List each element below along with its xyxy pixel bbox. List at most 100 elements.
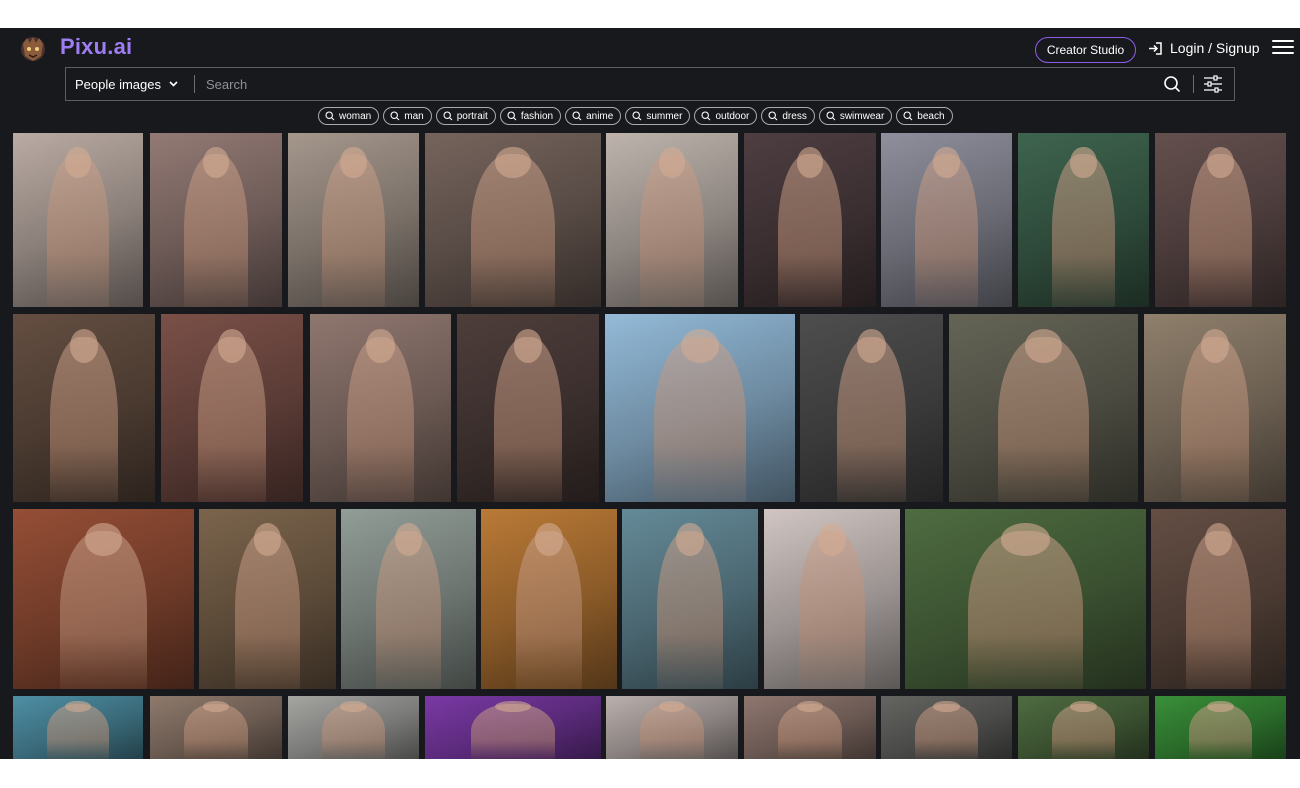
image-subject-head [818,523,846,556]
gallery-image[interactable] [341,509,476,689]
chevron-down-icon [169,81,178,87]
gallery-image[interactable] [288,696,419,759]
gallery-image[interactable] [150,696,282,759]
login-signup-link[interactable]: Login / Signup [1148,40,1260,56]
tag-chip-beach[interactable]: beach [896,107,953,125]
tag-chip-woman[interactable]: woman [318,107,380,125]
gallery-image[interactable] [606,696,738,759]
tag-label: summer [646,110,683,122]
gallery-image[interactable] [606,133,738,307]
gallery-image[interactable] [949,314,1138,502]
image-subject-head [1070,146,1097,179]
gallery-image[interactable] [1155,133,1286,307]
gallery-image[interactable] [481,509,617,689]
tag-chip-portrait[interactable]: portrait [435,107,496,125]
gallery-image[interactable] [744,696,876,759]
tag-label: outdoor [715,110,750,122]
gallery-image[interactable] [161,314,303,502]
tag-chip-dress[interactable]: dress [761,107,815,125]
search-icon[interactable] [1163,75,1181,93]
search-icon [632,111,642,121]
gallery-image[interactable] [605,314,795,502]
category-dropdown[interactable]: People images [75,68,178,100]
gallery-image[interactable] [1155,696,1286,759]
gallery-image[interactable] [1018,696,1149,759]
image-subject-head [535,523,563,556]
image-subject-head [513,329,543,363]
hamburger-menu-icon[interactable] [1272,40,1294,58]
tag-chip-man[interactable]: man [383,107,432,125]
filter-sliders-icon[interactable] [1203,74,1223,94]
image-subject-head [217,329,247,363]
gallery-image[interactable] [288,133,419,307]
search-icon [507,111,517,121]
tag-chip-summer[interactable]: summer [625,107,691,125]
gallery-image[interactable] [881,133,1012,307]
search-icon [390,111,400,121]
gallery-image[interactable] [764,509,900,689]
creator-studio-button[interactable]: Creator Studio [1035,37,1136,63]
tag-chips: woman man portrait fashion anime summer outdoo… [318,107,953,125]
category-label: People images [75,76,161,92]
image-subject-head [1207,146,1234,179]
gallery-image[interactable] [13,133,143,307]
login-label: Login / Signup [1170,40,1260,56]
image-subject-head [253,523,282,556]
image-subject-head [1001,523,1050,556]
search-icon [768,111,778,121]
gallery-image[interactable] [622,509,758,689]
search-icon [903,111,913,121]
tag-label: woman [339,110,372,122]
search-divider-2 [1193,75,1194,93]
search-input[interactable] [206,73,1146,95]
image-subject-head [676,523,704,556]
login-icon [1149,41,1162,55]
tag-chip-outdoor[interactable]: outdoor [694,107,758,125]
tag-label: man [404,110,424,122]
gallery-image[interactable] [13,509,194,689]
tag-chip-fashion[interactable]: fashion [499,107,562,125]
search-icon [572,111,582,121]
brand-name[interactable]: Pixu.ai [60,34,132,60]
image-subject-head [933,146,960,179]
image-subject-head [495,146,531,179]
tag-label: dress [782,110,807,122]
image-subject-head [69,329,99,363]
image-subject-head [681,329,719,363]
image-subject-head [340,146,367,179]
tag-chip-anime[interactable]: anime [565,107,622,125]
image-subject-head [1205,523,1232,556]
top-bar: Pixu.ai Creator Studio Login / Signup [0,28,1300,68]
search-bar: People images [65,67,1235,101]
image-subject-head [395,523,422,556]
search-icon [325,111,335,121]
image-subject-head [366,329,395,363]
gallery-image[interactable] [800,314,943,502]
gallery-image[interactable] [199,509,336,689]
image-subject-head [1200,329,1230,363]
gallery-image[interactable] [425,696,601,759]
gallery-image[interactable] [744,133,876,307]
gallery-image[interactable] [310,314,451,502]
gallery-image[interactable] [13,696,143,759]
gallery-image[interactable] [1018,133,1149,307]
tag-label: fashion [520,110,554,122]
search-icon [443,111,453,121]
tag-label: portrait [456,110,488,122]
gallery-image[interactable] [881,696,1012,759]
gallery-image[interactable] [150,133,282,307]
image-subject-head [85,523,122,556]
gallery-image[interactable] [13,314,155,502]
gallery-image[interactable] [425,133,601,307]
gallery-image[interactable] [1144,314,1286,502]
search-icon [701,111,711,121]
tag-label: anime [586,110,614,122]
image-subject-head [857,329,886,363]
tag-chip-swimwear[interactable]: swimwear [818,107,893,125]
logo-icon[interactable] [18,34,48,64]
search-divider [194,75,195,93]
tag-label: beach [917,110,945,122]
gallery-image[interactable] [1151,509,1286,689]
gallery-image[interactable] [905,509,1146,689]
gallery-image[interactable] [457,314,599,502]
